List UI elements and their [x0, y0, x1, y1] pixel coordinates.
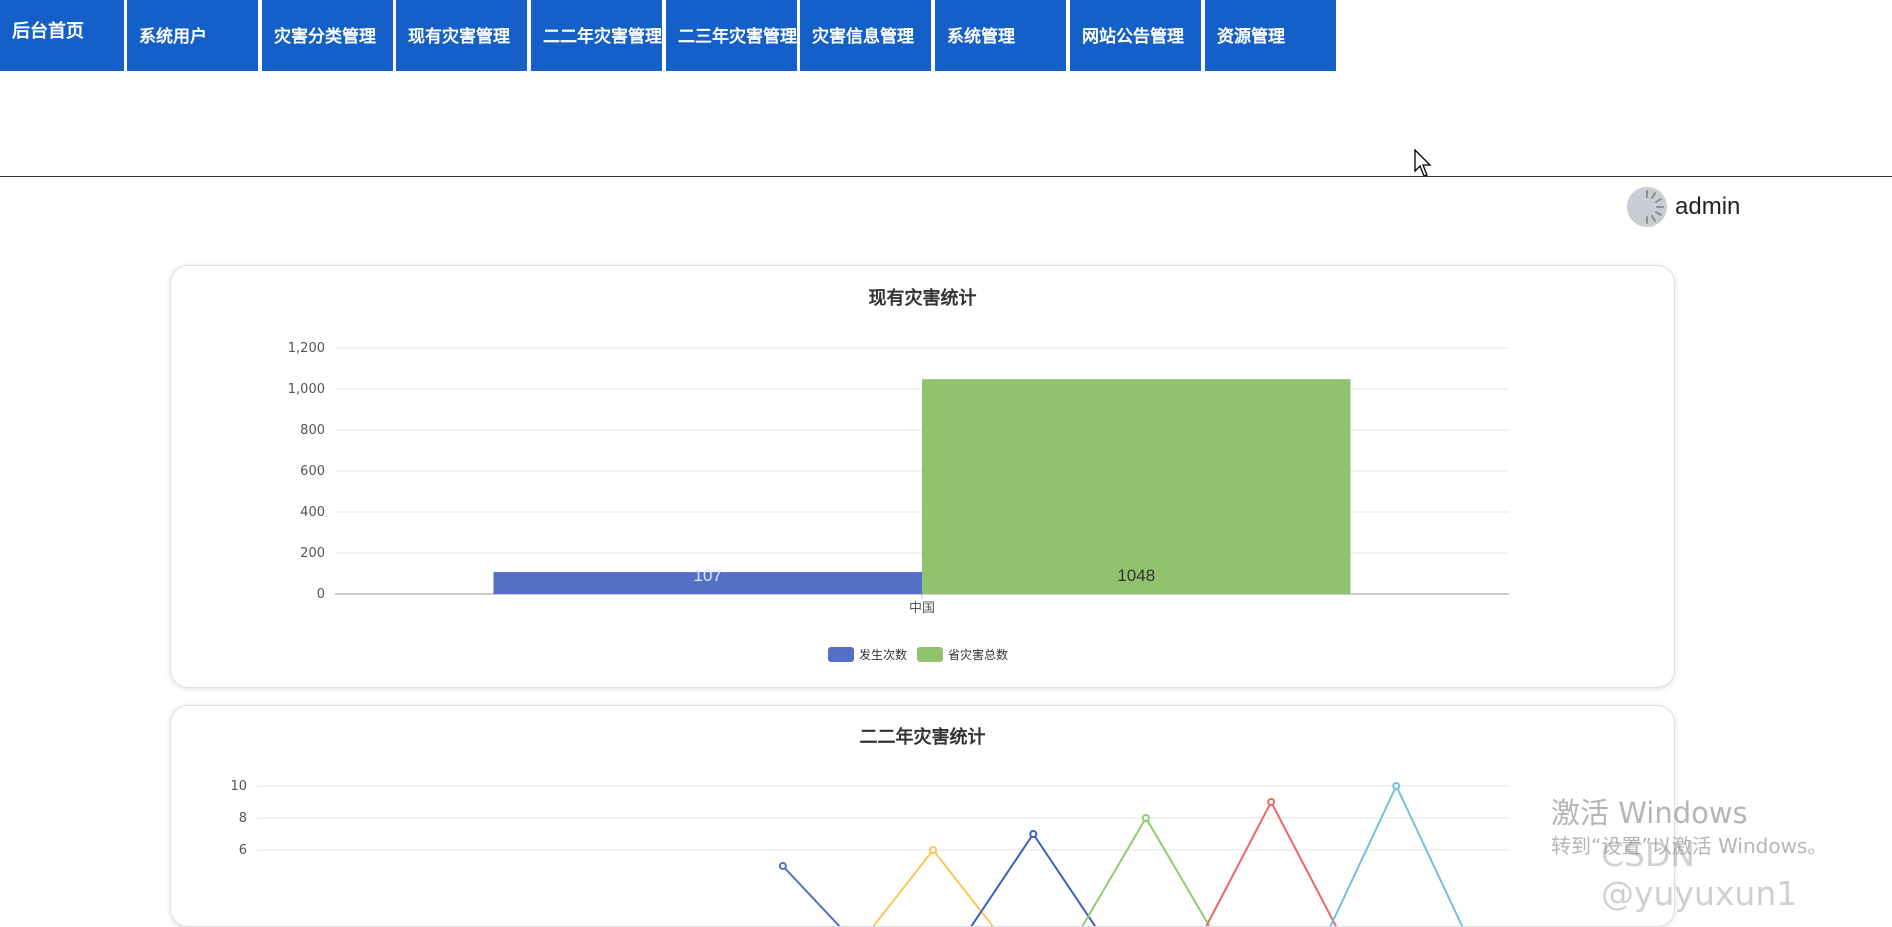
loading-avatar-icon: [1627, 186, 1667, 227]
series-line: [782, 865, 841, 926]
y-tick-label: 600: [300, 464, 325, 479]
series-point: [1141, 814, 1150, 822]
bar-chart: 现有灾害统计 0 200 400 600 800 1,000 1,200 中国 107 1048 发生…: [288, 287, 1509, 662]
series-line: [1081, 816, 1211, 926]
legend-label: 省灾害总数: [948, 647, 1008, 662]
nav-item-system-users[interactable]: 系统用户: [127, 0, 258, 71]
2022-disaster-chart-card: 二二年灾害统计 6 8 10: [170, 705, 1675, 927]
series-line: [1205, 799, 1337, 926]
y-tick-label: 6: [239, 843, 247, 858]
y-tick-label: 1,000: [288, 382, 325, 397]
y-tick-label: 200: [300, 546, 325, 561]
username: admin: [1675, 192, 1741, 220]
nav-item-disaster-category[interactable]: 灾害分类管理: [262, 0, 393, 71]
series-line: [970, 832, 1097, 926]
nav-item-announcements[interactable]: 网站公告管理: [1070, 0, 1201, 71]
bar-data-label: 107: [694, 566, 722, 585]
nav-item-home[interactable]: 后台首页: [0, 0, 124, 71]
series-line: [1329, 783, 1464, 926]
mouse-cursor-icon: [1414, 149, 1432, 177]
user-menu[interactable]: admin: [1627, 185, 1740, 228]
y-tick-label: 8: [239, 811, 247, 826]
header-divider: [0, 176, 1892, 177]
series-point: [1029, 830, 1038, 838]
nav-item-resources[interactable]: 资源管理: [1205, 0, 1336, 71]
chart-title: 二二年灾害统计: [860, 726, 986, 748]
chart-title: 现有灾害统计: [869, 287, 977, 309]
series-point: [778, 862, 787, 870]
current-disaster-chart-card: 现有灾害统计 0 200 400 600 800 1,000 1,200 中国 107 1048 发生…: [170, 265, 1675, 688]
legend-swatch: [917, 647, 943, 662]
csdn-watermark: CSDN @yuyuxun1: [1601, 835, 1798, 913]
nav-item-system-manage[interactable]: 系统管理: [935, 0, 1066, 71]
nav-item-2022-disaster[interactable]: 二二年灾害管理: [531, 0, 662, 71]
windows-activation-title: 激活 Windows: [1551, 796, 1748, 830]
y-tick-label: 1,200: [288, 341, 325, 356]
nav-item-current-disaster[interactable]: 现有灾害管理: [396, 0, 527, 71]
bar: [922, 379, 1351, 594]
y-tick-label: 10: [230, 779, 247, 794]
series-point: [1267, 798, 1276, 806]
nav-item-disaster-info[interactable]: 灾害信息管理: [800, 0, 931, 71]
y-tick-label: 0: [317, 587, 325, 602]
series-point: [1392, 782, 1401, 790]
y-tick-label: 400: [300, 505, 325, 520]
y-tick-label: 800: [300, 423, 325, 438]
bar-data-label: 1048: [1117, 566, 1155, 585]
nav-item-2023-disaster[interactable]: 二三年灾害管理: [666, 0, 797, 71]
line-chart: 二二年灾害统计 6 8 10: [230, 726, 1509, 926]
series-point: [929, 846, 938, 854]
x-tick-label: 中国: [909, 601, 935, 616]
series-line: [872, 848, 994, 926]
legend-label: 发生次数: [859, 647, 907, 662]
legend-swatch: [828, 647, 854, 662]
